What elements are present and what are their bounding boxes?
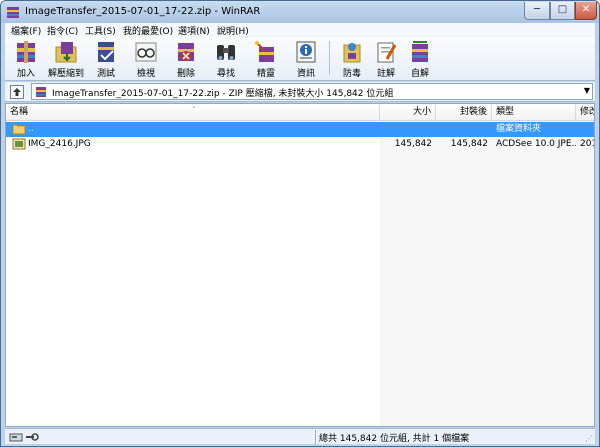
menu-favorites[interactable]: 我的最愛(O)	[123, 24, 173, 37]
column-header-type[interactable]: 類型	[492, 104, 576, 121]
up-arrow-icon	[13, 88, 21, 96]
row-modified: 201	[580, 139, 594, 149]
add-archive-icon	[17, 41, 35, 63]
add-label: 加入	[16, 69, 35, 79]
test-button[interactable]: 測試	[87, 39, 125, 79]
virus-scan-icon	[343, 43, 361, 63]
wizard-label: 精靈	[256, 69, 275, 79]
wizard-icon	[255, 41, 274, 62]
path-combobox[interactable]: ImageTransfer_2015-07-01_17-22.zip - ZIP…	[31, 83, 593, 100]
find-label: 尋找	[216, 69, 235, 79]
status-separator	[315, 430, 316, 444]
extract-folder-icon	[55, 42, 77, 63]
view-button[interactable]: 檢視	[127, 39, 165, 79]
window-title: ImageTransfer_2015-07-01_17-22.zip - Win…	[25, 6, 261, 17]
column-header-name[interactable]: 名稱 ˄	[6, 104, 380, 121]
table-row[interactable]: IMG_2416.JPG 145,842 145,842 ACDSee 10.0…	[6, 137, 594, 152]
winrar-app-icon	[7, 7, 19, 18]
view-glasses-icon	[135, 42, 157, 62]
extract-to-label: 解壓縮到	[47, 69, 84, 79]
protect-label: 防毒	[342, 69, 361, 79]
address-bar: ImageTransfer_2015-07-01_17-22.zip - ZIP…	[5, 82, 595, 102]
binoculars-icon	[217, 45, 235, 60]
status-text: 總共 145,842 位元組, 共計 1 個檔案	[319, 434, 470, 444]
find-button[interactable]: 尋找	[207, 39, 245, 79]
row-name: ..	[28, 124, 34, 134]
maximize-button[interactable]: □	[550, 2, 575, 20]
column-shade	[380, 121, 594, 426]
menu-tools[interactable]: 工具(S)	[85, 24, 116, 37]
view-label: 檢視	[136, 69, 155, 79]
table-row[interactable]: .. 檔案資料夾	[6, 122, 594, 137]
test-label: 測試	[96, 69, 115, 79]
column-name-label: 名稱	[10, 107, 29, 117]
menu-options[interactable]: 選項(N)	[178, 24, 210, 37]
up-folder-button[interactable]	[10, 85, 24, 99]
info-label: 資訊	[296, 69, 315, 79]
winrar-window: ImageTransfer_2015-07-01_17-22.zip - Win…	[0, 0, 600, 447]
status-bar: 總共 145,842 位元組, 共計 1 個檔案 ⋰	[5, 428, 595, 444]
title-bar[interactable]: ImageTransfer_2015-07-01_17-22.zip - Win…	[1, 1, 599, 23]
row-packed	[436, 122, 492, 137]
minimize-button[interactable]: ─	[524, 2, 550, 20]
row-size: 145,842	[394, 139, 432, 149]
archive-icon	[36, 87, 46, 97]
comment-pencil-icon	[377, 42, 397, 63]
menu-commands[interactable]: 指令(C)	[47, 24, 78, 37]
comment-button[interactable]: 註解	[367, 39, 405, 79]
comment-label: 註解	[376, 69, 395, 79]
extract-to-button[interactable]: 解壓縮到	[47, 39, 85, 79]
file-list[interactable]: 名稱 ˄ 大小 封裝後 類型 修改 .. 檔案資料夾 IMG_2416.JPG	[5, 103, 595, 427]
column-header-size[interactable]: 大小	[380, 104, 436, 121]
info-button[interactable]: 資訊	[287, 39, 325, 79]
menu-file[interactable]: 檔案(F)	[11, 24, 41, 37]
row-size	[380, 122, 436, 137]
list-header: 名稱 ˄ 大小 封裝後 類型 修改	[6, 104, 594, 121]
path-text: ImageTransfer_2015-07-01_17-22.zip - ZIP…	[52, 89, 394, 99]
delete-label: 刪除	[176, 69, 195, 79]
row-modified	[576, 122, 594, 137]
row-type: ACDSee 10.0 JPE...	[496, 139, 576, 149]
menu-help[interactable]: 說明(H)	[217, 24, 249, 37]
column-header-packed[interactable]: 封裝後	[436, 104, 492, 121]
info-icon	[296, 41, 316, 63]
self-extract-icon	[412, 41, 428, 62]
row-name: IMG_2416.JPG	[28, 139, 91, 149]
sfx-label: 自解	[410, 69, 429, 79]
resize-grip[interactable]: ⋰	[585, 434, 593, 443]
row-type: 檔案資料夾	[496, 124, 542, 134]
delete-icon	[178, 43, 194, 61]
wizard-button[interactable]: 精靈	[247, 39, 285, 79]
sfx-button[interactable]: 自解	[401, 39, 439, 79]
test-archive-icon	[98, 42, 114, 62]
row-packed: 145,842	[450, 139, 488, 149]
toolbar-separator	[329, 41, 330, 75]
sort-ascending-icon: ˄	[192, 106, 196, 114]
protect-button[interactable]: 防毒	[333, 39, 371, 79]
delete-button[interactable]: 刪除	[167, 39, 205, 79]
close-button[interactable]: ✕	[575, 2, 597, 20]
add-button[interactable]: 加入	[7, 39, 45, 79]
column-header-modified[interactable]: 修改	[576, 104, 594, 121]
chevron-down-icon[interactable]: ▼	[584, 86, 590, 95]
drive-key-icon	[9, 433, 39, 442]
toolbar: 加入 解壓縮到 測試 檢視 刪除 尋找 精靈 資訊 防毒 註解 自解	[5, 37, 595, 81]
menu-bar: 檔案(F) 指令(C) 工具(S) 我的最愛(O) 選項(N) 說明(H)	[5, 23, 595, 37]
